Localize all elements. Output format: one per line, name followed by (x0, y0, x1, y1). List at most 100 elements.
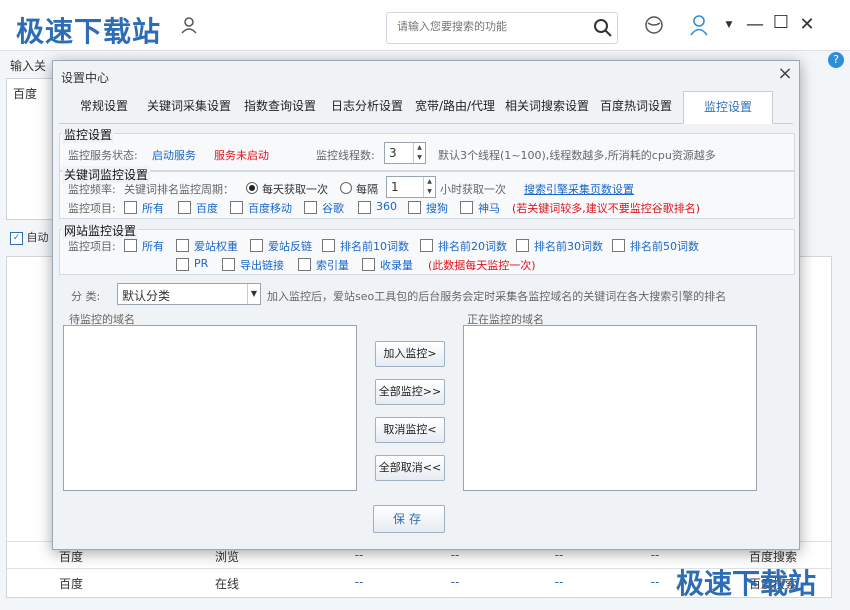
table-cell: -- (354, 548, 364, 562)
kw-shenma-checkbox[interactable] (460, 201, 473, 214)
kw-sogou-label: 搜狗 (426, 202, 448, 215)
site-aizhan-weight-checkbox[interactable] (176, 239, 189, 252)
site-top10-label: 排名前10词数 (340, 240, 409, 253)
help-icon[interactable]: ? (828, 52, 844, 68)
minimize-icon[interactable]: — (744, 14, 766, 36)
service-status: 服务未启动 (214, 149, 269, 162)
table-cell: -- (354, 575, 364, 589)
stepper-arrows-icon[interactable]: ▲ ▼ (413, 143, 425, 163)
pending-domains-list[interactable] (63, 325, 357, 491)
kw-360-checkbox[interactable] (358, 201, 371, 214)
user-switch-icon[interactable] (180, 16, 198, 34)
freq-label: 监控频率: (68, 183, 116, 196)
maximize-icon[interactable]: ☐ (770, 12, 792, 34)
site-pr-checkbox[interactable] (176, 258, 189, 271)
tab-bar: 常规设置 关键词采集设置 指数查询设置 日志分析设置 宽带/路由/代理 相关词搜… (59, 91, 793, 124)
table-cell: 百度 (58, 550, 83, 564)
site-top50-label: 排名前50词数 (630, 240, 699, 253)
table-cell: -- (554, 548, 564, 562)
daily-radio[interactable] (246, 182, 258, 194)
chevron-down-icon[interactable]: ▼ (247, 284, 260, 304)
threads-note: 默认3个线程(1~100),线程数越多,所消耗的cpu资源越多 (438, 149, 716, 162)
keyword-warning: (若关键词较多,建议不要监控谷歌排名) (512, 202, 701, 215)
save-button[interactable]: 保存 (373, 505, 445, 533)
kw-sogou-checkbox[interactable] (408, 201, 421, 214)
daily-label: 每天获取一次 (262, 183, 328, 196)
monitor-group: 监控设置 监控服务状态: 启动服务 服务未启动 监控线程数: 3 ▲ ▼ 默认3个… (59, 126, 795, 171)
interval-radio[interactable] (340, 182, 352, 194)
site-outlinks-checkbox[interactable] (222, 258, 235, 271)
table-cell: 浏览 (214, 550, 239, 564)
site-top10-checkbox[interactable] (322, 239, 335, 252)
tab-hot-words[interactable]: 百度热词设置 (595, 91, 677, 122)
cancel-all-monitor-button[interactable]: 全部取消<< (375, 455, 445, 481)
search-box[interactable] (386, 12, 618, 44)
kw-all-checkbox[interactable] (124, 201, 137, 214)
table-cell: -- (554, 575, 564, 589)
threads-stepper[interactable]: 3 ▲ ▼ (384, 142, 426, 164)
close-icon[interactable]: × (775, 63, 795, 84)
tab-general[interactable]: 常规设置 (69, 91, 139, 122)
start-service-link[interactable]: 启动服务 (152, 147, 196, 163)
engine-pages-link[interactable]: 搜索引擎采集页数设置 (524, 181, 634, 197)
site-outlinks-label: 导出链接 (240, 259, 284, 272)
site-top30-checkbox[interactable] (516, 239, 529, 252)
dialog-title: 设置中心 (61, 71, 110, 85)
kw-google-checkbox[interactable] (304, 201, 317, 214)
site-monitor-group: 网站监控设置 监控项目: 所有 爱站权重 爱站反链 排名前10词数 排名前20词… (59, 222, 795, 275)
add-monitor-button[interactable]: 加入监控> (375, 341, 445, 367)
site-included-checkbox[interactable] (362, 258, 375, 271)
tab-log-analysis[interactable]: 日志分析设置 (325, 91, 409, 122)
threads-value: 3 (389, 146, 397, 160)
tab-keyword-collect[interactable]: 关键词采集设置 (143, 91, 235, 122)
stepper-arrows-icon[interactable]: ▲ ▼ (423, 177, 435, 197)
site-warning: (此数据每天监控一次) (428, 259, 536, 272)
site-items-label: 监控项目: (68, 240, 116, 253)
cycle-label: 关键词排名监控周期： (124, 183, 234, 196)
kw-360-label: 360 (376, 200, 397, 213)
table-cell: 在线 (214, 577, 239, 591)
threads-label: 监控线程数: (316, 149, 375, 162)
hours-suffix: 小时获取一次 (440, 183, 506, 196)
site-index-label: 索引量 (316, 259, 349, 272)
kw-baidu-mobile-label: 百度移动 (248, 202, 292, 215)
skin-icon[interactable] (644, 15, 664, 35)
add-all-monitor-button[interactable]: 全部监控>> (375, 379, 445, 405)
watermark-logo: 极速下载站 (16, 15, 162, 48)
chevron-down-icon[interactable]: ▼ (718, 14, 740, 36)
bg-input-label: 输入关 (10, 59, 47, 73)
keyword-items-label: 监控项目: (68, 202, 116, 215)
kw-google-label: 谷歌 (322, 202, 344, 215)
active-domains-list[interactable] (463, 325, 757, 491)
category-select[interactable]: 默认分类 ▼ (117, 283, 261, 305)
kw-baidu-mobile-checkbox[interactable] (230, 201, 243, 214)
kw-baidu-checkbox[interactable] (178, 201, 191, 214)
search-icon[interactable] (593, 18, 613, 38)
cancel-monitor-button[interactable]: 取消监控< (375, 417, 445, 443)
site-index-checkbox[interactable] (298, 258, 311, 271)
watermark-logo-bottom: 极速下载站 (676, 567, 817, 600)
user-icon[interactable] (689, 14, 709, 36)
site-top20-checkbox[interactable] (420, 239, 433, 252)
site-pr-label: PR (194, 257, 209, 270)
tab-monitor[interactable]: 监控设置 (683, 91, 773, 124)
search-input[interactable] (395, 19, 589, 34)
site-top50-checkbox[interactable] (612, 239, 625, 252)
auto-checkbox[interactable]: ✓ 自动 (10, 229, 49, 245)
site-backlinks-label: 爱站反链 (268, 240, 312, 253)
status-label: 监控服务状态: (68, 149, 138, 162)
site-group-title: 网站监控设置 (62, 222, 139, 239)
table-cell: -- (450, 548, 460, 562)
auto-label: 自动 (26, 231, 49, 244)
table-cell: -- (450, 575, 460, 589)
site-all-checkbox[interactable] (124, 239, 137, 252)
tab-related-words[interactable]: 相关词搜索设置 (501, 91, 593, 122)
hours-stepper[interactable]: 1 ▲ ▼ (386, 176, 436, 198)
site-top30-label: 排名前30词数 (534, 240, 603, 253)
close-window-icon[interactable]: ✕ (796, 14, 818, 36)
site-backlinks-checkbox[interactable] (250, 239, 263, 252)
tab-proxy[interactable]: 宽带/路由/代理 (411, 91, 499, 122)
tab-index-query[interactable]: 指数查询设置 (239, 91, 321, 122)
kw-baidu-label: 百度 (196, 202, 218, 215)
table-cell: 百度 (58, 577, 83, 591)
